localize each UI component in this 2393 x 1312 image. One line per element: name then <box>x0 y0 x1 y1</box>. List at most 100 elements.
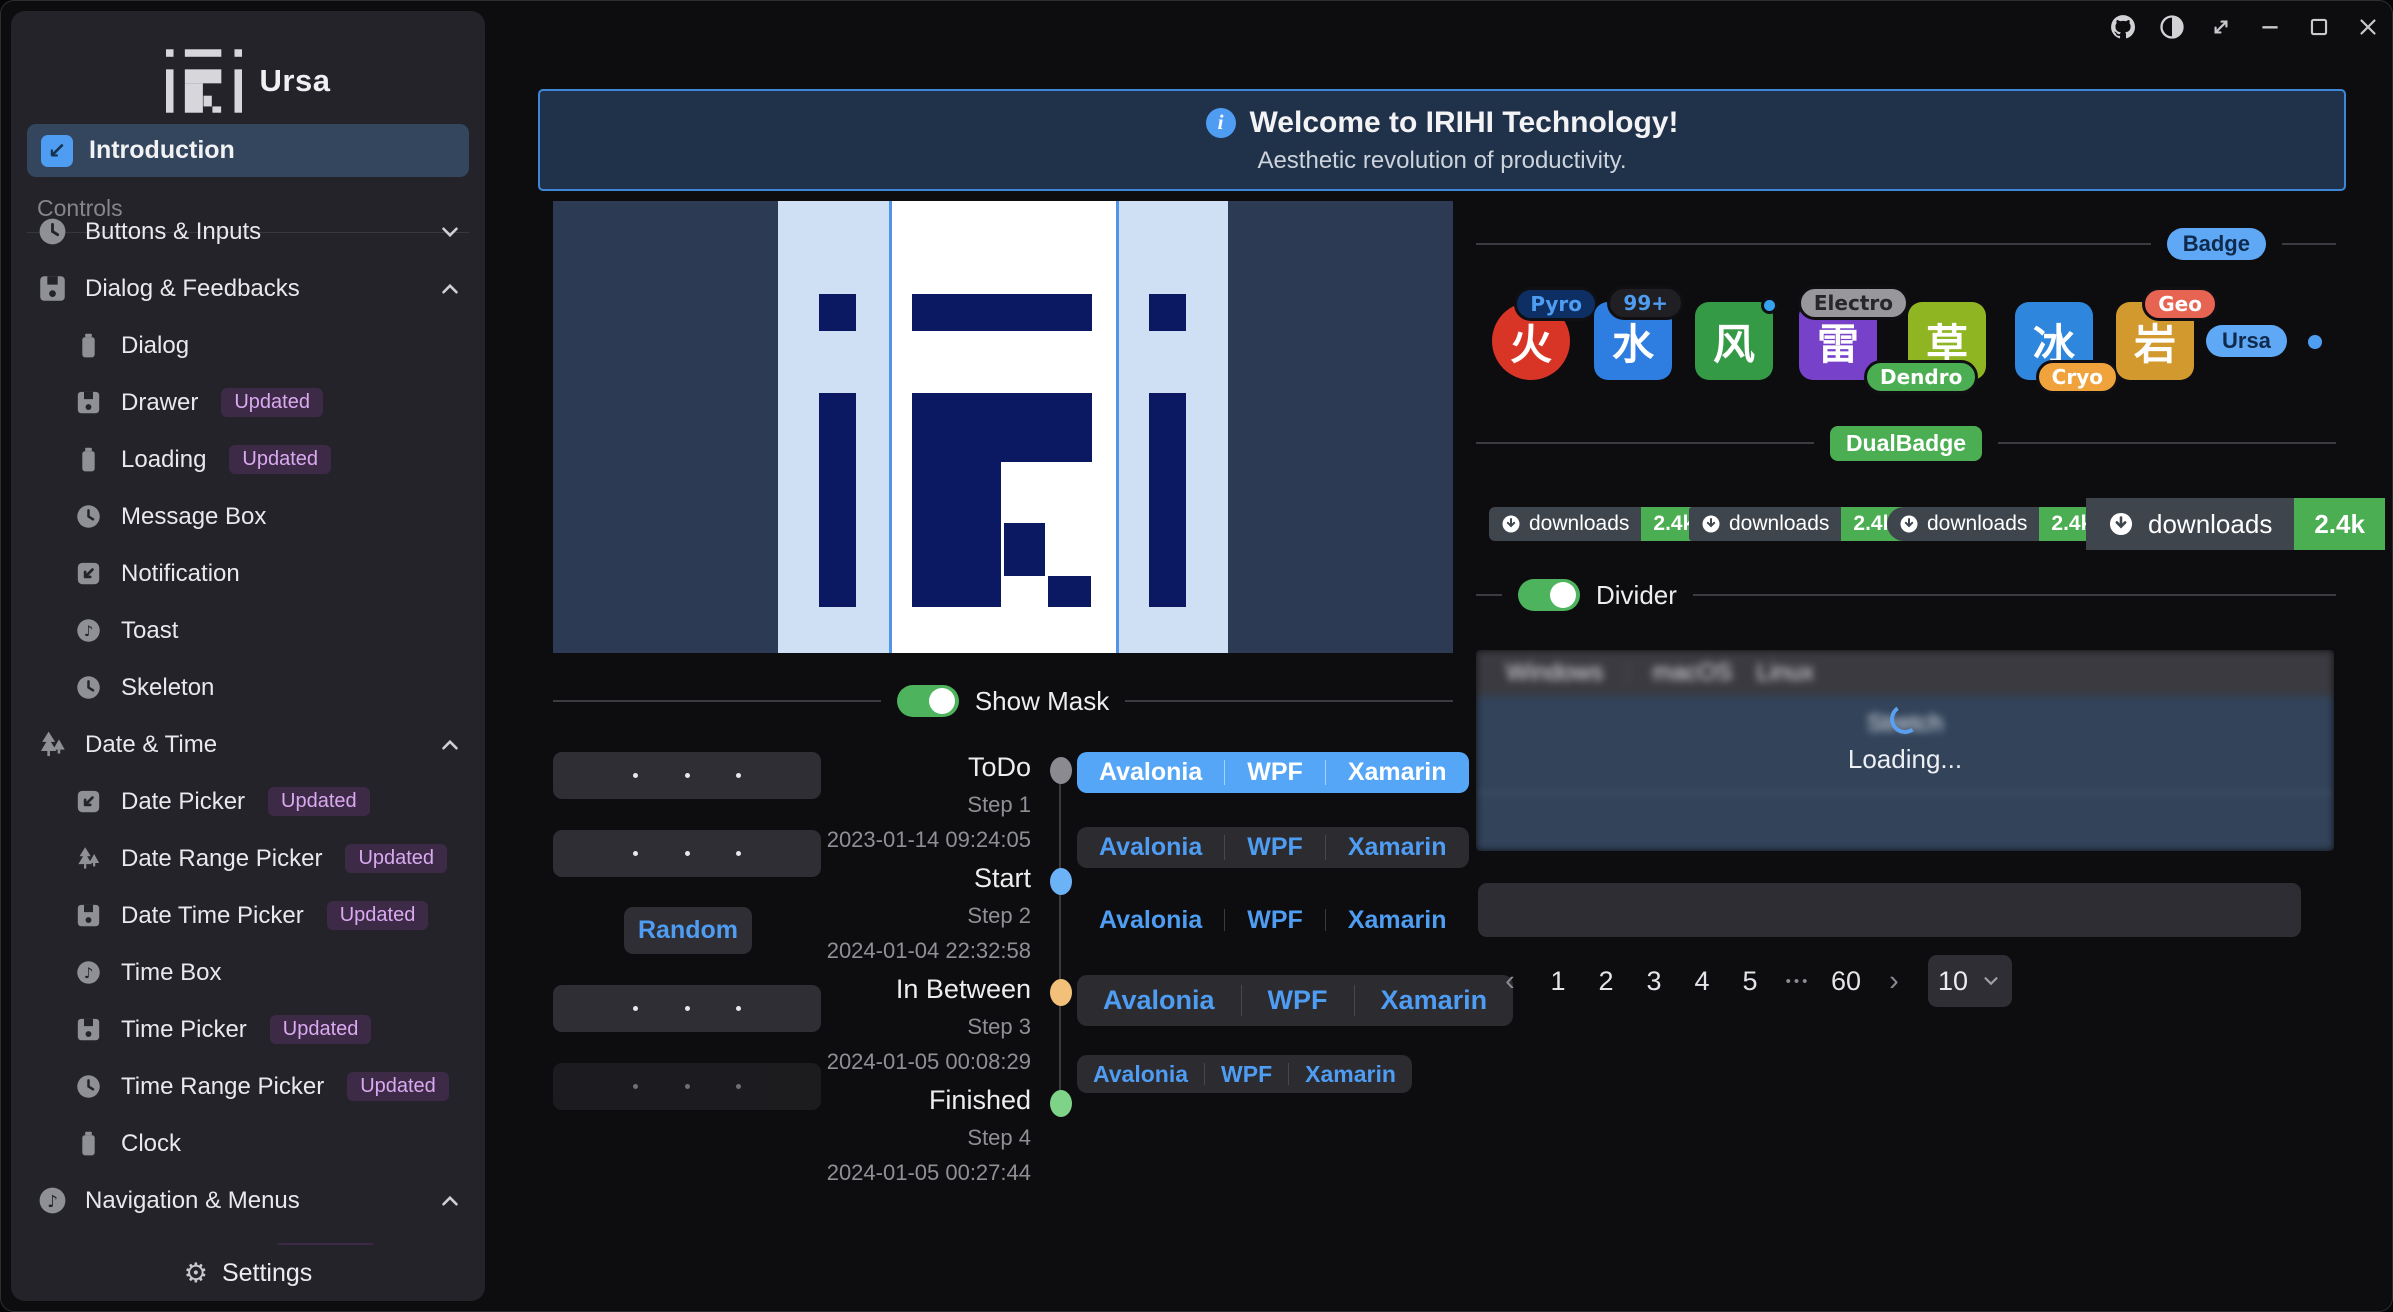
page-button-4[interactable]: 4 <box>1678 966 1726 997</box>
titlebar-controls <box>2109 13 2382 41</box>
page-button-3[interactable]: 3 <box>1630 966 1678 997</box>
step-todo: ToDo Step 1 2023-01-14 09:24:05 <box>821 752 1077 853</box>
electro-badge: Electro <box>1798 286 1909 320</box>
wpf-button[interactable]: WPF <box>1225 901 1325 939</box>
fire-badge-target: 火 Pyro <box>1492 302 1570 380</box>
sidebar-item-time-range-picker[interactable]: Time Range Picker Updated <box>11 1058 485 1115</box>
download-icon <box>1899 514 1919 534</box>
xamarin-button[interactable]: Xamarin <box>1326 901 1469 939</box>
time-box-input-disabled <box>553 1063 821 1110</box>
xamarin-button[interactable]: Xamarin <box>1326 827 1469 868</box>
pyro-badge: Pyro <box>1514 287 1598 321</box>
sidebar-item-loading[interactable]: Loading Updated <box>11 431 485 488</box>
sidebar-item-navigation-menus[interactable]: ♪ Navigation & Menus <box>11 1172 485 1229</box>
sidebar-item-introduction[interactable]: ↙ Introduction <box>27 124 469 177</box>
sidebar-item-skeleton[interactable]: Skeleton <box>11 659 485 716</box>
music-note-icon: ♪ <box>37 1185 68 1216</box>
page-button-5[interactable]: 5 <box>1726 966 1774 997</box>
time-box-input[interactable] <box>553 830 821 877</box>
wpf-button[interactable]: WPF <box>1242 975 1354 1026</box>
page-button-2[interactable]: 2 <box>1582 966 1630 997</box>
avalonia-button[interactable]: Avalonia <box>1077 1055 1204 1093</box>
battery-icon <box>73 444 104 475</box>
page-button-1[interactable]: 1 <box>1534 966 1582 997</box>
step-dot <box>1050 757 1072 784</box>
step-dot <box>1050 868 1072 895</box>
avalonia-button[interactable]: Avalonia <box>1077 975 1241 1026</box>
avalonia-button[interactable]: Avalonia <box>1077 827 1224 868</box>
tab-windows[interactable]: Windows <box>1506 659 1603 687</box>
updated-badge: Updated <box>347 1072 449 1101</box>
page-size-select[interactable]: 10 <box>1928 955 2012 1007</box>
minimize-icon[interactable] <box>2256 13 2284 41</box>
info-icon: i <box>1206 108 1236 138</box>
sidebar-item-notification[interactable]: Notification <box>11 545 485 602</box>
sidebar-item-toast[interactable]: ♪ Toast <box>11 602 485 659</box>
ursa-badge: Ursa <box>2206 325 2287 357</box>
wpf-button[interactable]: WPF <box>1205 1055 1288 1093</box>
close-icon[interactable] <box>2354 13 2382 41</box>
avalonia-button[interactable]: Avalonia <box>1077 901 1224 939</box>
arrow-square-icon: ↙ <box>41 135 73 167</box>
sidebar-item-clock[interactable]: Clock <box>11 1115 485 1172</box>
standalone-dot-badge <box>2308 335 2322 349</box>
sidebar-item-buttons-inputs[interactable]: Buttons & Inputs <box>11 203 485 260</box>
sidebar-item-time-picker[interactable]: Time Picker Updated <box>11 1001 485 1058</box>
loading-text: Loading... <box>1848 744 1962 775</box>
prev-page-button[interactable]: ‹ <box>1486 965 1534 998</box>
sidebar-item-breadcrumb[interactable]: Breadcrumb Updated <box>11 1229 485 1245</box>
pine-trees-icon <box>37 729 68 760</box>
sidebar-item-time-box[interactable]: ♪ Time Box <box>11 944 485 1001</box>
sidebar-item-dialog-feedbacks[interactable]: Dialog & Feedbacks <box>11 260 485 317</box>
settings-label: Settings <box>222 1259 312 1288</box>
chevron-up-icon <box>437 1188 463 1214</box>
ellipsis[interactable]: ••• <box>1774 973 1822 990</box>
xamarin-button[interactable]: Xamarin <box>1289 1055 1412 1093</box>
tab-macos[interactable]: macOS <box>1652 659 1732 687</box>
xamarin-button[interactable]: Xamarin <box>1326 752 1469 793</box>
chevron-up-icon <box>437 732 463 758</box>
maximize-icon[interactable] <box>2305 13 2333 41</box>
sidebar-item-date-time[interactable]: Date & Time <box>11 716 485 773</box>
wpf-button[interactable]: WPF <box>1225 752 1325 793</box>
resize-icon[interactable] <box>2207 13 2235 41</box>
sidebar-item-label: Introduction <box>89 136 235 165</box>
dendro-badge: Dendro <box>1864 360 1978 394</box>
sidebar-item-date-time-picker[interactable]: Date Time Picker Updated <box>11 887 485 944</box>
downloads-badge: downloads 2.4k <box>1689 507 1906 541</box>
loading-panel: Windows macOS Linux Stretch Loading... <box>1476 650 2334 851</box>
sidebar-item-date-picker[interactable]: Date Picker Updated <box>11 773 485 830</box>
time-box-input[interactable] <box>553 985 821 1032</box>
show-mask-divider: Show Mask <box>553 685 1453 717</box>
svg-text:♪: ♪ <box>84 623 93 640</box>
dual-badges: downloads 2.4k downloads 2.4k downloads … <box>1476 497 2336 551</box>
divider-label: Divider <box>1596 580 1677 611</box>
theme-toggle-icon[interactable] <box>2158 13 2186 41</box>
avalonia-button[interactable]: Avalonia <box>1077 752 1224 793</box>
sidebar-item-drawer[interactable]: Drawer Updated <box>11 374 485 431</box>
dualbadge-divider: DualBadge <box>1476 428 2336 458</box>
sidebar-item-message-box[interactable]: Message Box <box>11 488 485 545</box>
svg-text:♪: ♪ <box>47 1191 58 1211</box>
updated-badge: Updated <box>327 901 429 930</box>
page-button-60[interactable]: 60 <box>1822 966 1870 997</box>
github-icon[interactable] <box>2109 13 2137 41</box>
sidebar-item-date-range-picker[interactable]: Date Range Picker Updated <box>11 830 485 887</box>
divider-toggle[interactable] <box>1518 579 1580 611</box>
random-button[interactable]: Random <box>624 907 752 954</box>
mask-edge-line <box>889 201 892 653</box>
floppy-icon <box>73 1014 104 1045</box>
app-window: Ursa ↙ Introduction Controls Buttons & I… <box>0 0 2393 1312</box>
show-mask-label: Show Mask <box>975 686 1109 717</box>
wpf-button[interactable]: WPF <box>1225 827 1325 868</box>
button-group-large: Avalonia WPF Xamarin <box>1077 975 1513 1026</box>
floppy-icon <box>73 900 104 931</box>
settings-button[interactable]: ⚙ Settings <box>11 1245 485 1301</box>
updated-badge: Updated <box>270 1015 372 1044</box>
tab-linux[interactable]: Linux <box>1756 659 1813 687</box>
next-page-button[interactable]: › <box>1870 965 1918 998</box>
sidebar-item-dialog[interactable]: Dialog <box>11 317 485 374</box>
mask-edge-line <box>1116 201 1119 653</box>
time-box-input[interactable] <box>553 752 821 799</box>
show-mask-toggle[interactable] <box>897 685 959 717</box>
